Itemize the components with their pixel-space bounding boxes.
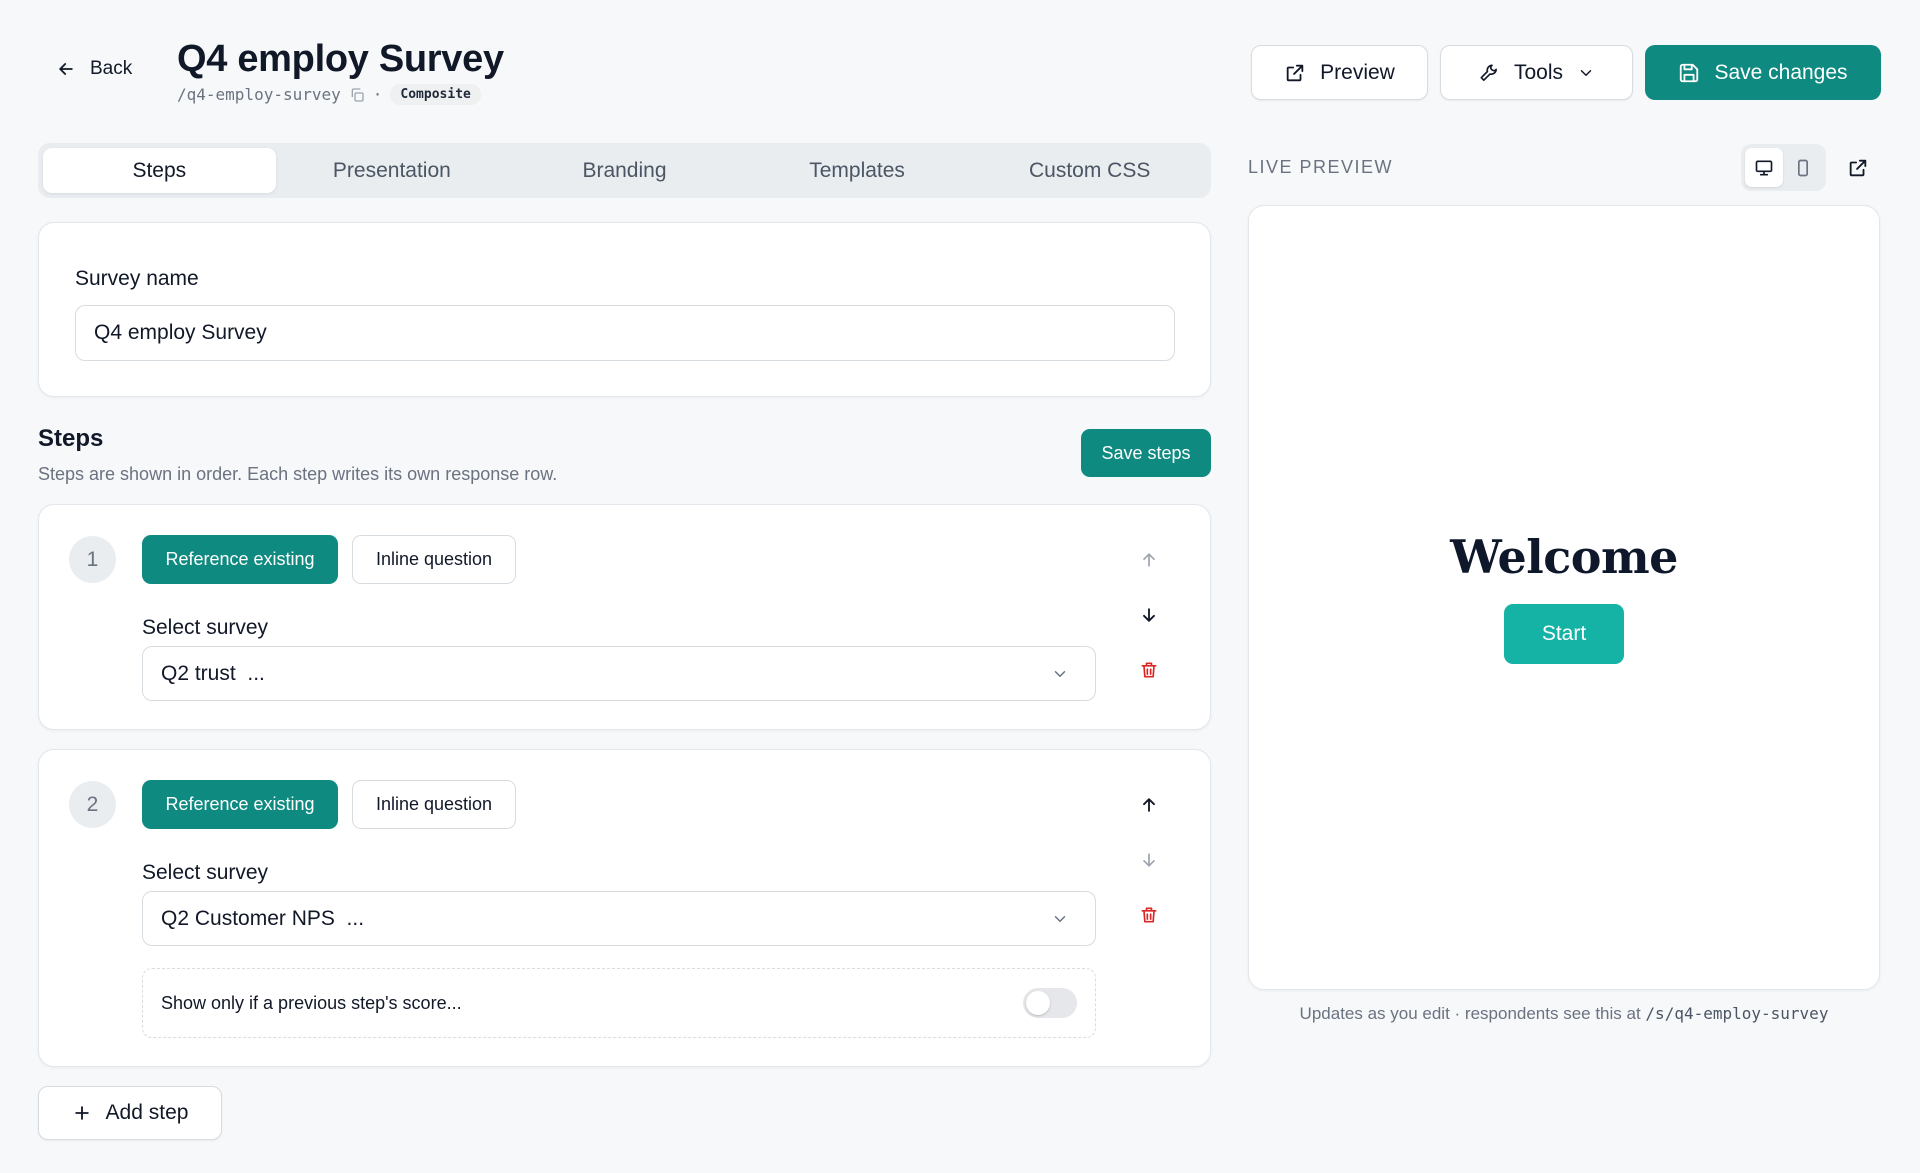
select-survey-label: Select survey: [142, 616, 269, 639]
mobile-view-button[interactable]: [1785, 148, 1823, 187]
steps-description: Steps are shown in order. Each step writ…: [38, 464, 558, 484]
separator-dot: ·: [372, 85, 383, 104]
score-condition-toggle[interactable]: [1023, 988, 1077, 1018]
chevron-down-icon: [1054, 915, 1066, 922]
type-badge: Composite: [390, 84, 481, 105]
save-icon: [1680, 63, 1699, 82]
mode-inline-question[interactable]: Inline question: [352, 780, 516, 829]
tools-dropdown-button[interactable]: Tools: [1440, 45, 1633, 100]
mode-reference-existing[interactable]: Reference existing: [142, 535, 338, 584]
preview-label: Preview: [1320, 60, 1395, 84]
step-number: 2: [69, 781, 116, 828]
step-number: 1: [69, 536, 116, 583]
add-step-label: Add step: [105, 1101, 189, 1124]
save-steps-button[interactable]: Save steps: [1081, 429, 1211, 477]
tab-templates[interactable]: Templates: [741, 148, 974, 193]
survey-select-value: Q2 trust ...: [161, 661, 265, 685]
arrow-up-icon: [1143, 553, 1155, 567]
live-preview-frame: [1248, 205, 1880, 990]
survey-select-value: Q2 Customer NPS ...: [161, 906, 365, 930]
survey-name-card: Survey name Q4 employ Survey: [38, 222, 1211, 397]
copy-icon[interactable]: [349, 87, 365, 103]
survey-name-label: Survey name: [75, 267, 199, 290]
device-toggle: [1741, 144, 1826, 191]
delete-step-button[interactable]: [1133, 654, 1165, 686]
delete-step-button[interactable]: [1133, 899, 1165, 931]
move-up-button[interactable]: [1133, 789, 1165, 821]
editor-tabs: Steps Presentation Branding Templates Cu…: [38, 143, 1211, 198]
desktop-view-button[interactable]: [1745, 148, 1783, 187]
preview-footnote: Updates as you edit · respondents see th…: [1248, 1004, 1880, 1024]
survey-name-input[interactable]: Q4 employ Survey: [75, 305, 1175, 361]
score-condition-label: Show only if a previous step's score...: [161, 992, 462, 1013]
steps-heading: Steps: [38, 425, 104, 452]
move-down-button[interactable]: [1133, 844, 1165, 876]
step-card-2: 2 Reference existing Inline question Sel…: [38, 749, 1211, 1067]
arrow-down-icon: [1143, 608, 1155, 622]
preview-footnote-text: Updates as you edit · respondents see th…: [1299, 1004, 1646, 1023]
smartphone-icon: [1798, 159, 1809, 176]
tab-presentation[interactable]: Presentation: [276, 148, 509, 193]
add-step-button[interactable]: Add step: [38, 1086, 222, 1140]
survey-slug-line: /q4-employ-survey · Composite: [177, 84, 481, 105]
back-button[interactable]: Back: [56, 58, 132, 80]
external-link-icon: [1286, 64, 1304, 81]
monitor-icon: [1755, 160, 1773, 175]
score-condition-row: Show only if a previous step's score...: [142, 968, 1096, 1038]
step-card-1: 1 Reference existing Inline question Sel…: [38, 504, 1211, 730]
survey-select[interactable]: Q2 Customer NPS ...: [142, 891, 1096, 946]
tab-custom-css[interactable]: Custom CSS: [973, 148, 1206, 193]
tools-label: Tools: [1513, 60, 1564, 84]
wrench-icon: [1480, 63, 1497, 81]
preview-welcome-heading: Welcome: [1450, 530, 1678, 584]
page-title: Q4 employ Survey: [177, 38, 504, 80]
move-down-button[interactable]: [1133, 599, 1165, 631]
preview-button[interactable]: Preview: [1251, 45, 1428, 100]
trash-icon: [1141, 907, 1157, 923]
save-changes-button[interactable]: Save changes: [1645, 45, 1881, 100]
tab-branding[interactable]: Branding: [508, 148, 741, 193]
arrow-up-icon: [1143, 798, 1155, 812]
arrow-left-icon: [59, 63, 73, 75]
plus-icon: [74, 1106, 89, 1120]
open-preview-new-tab-button[interactable]: [1842, 152, 1874, 184]
arrow-down-icon: [1143, 853, 1155, 867]
live-preview-label: LIVE PREVIEW: [1248, 157, 1394, 177]
save-changes-label: Save changes: [1714, 60, 1848, 84]
back-label: Back: [90, 58, 133, 79]
trash-icon: [1141, 662, 1157, 678]
select-survey-label: Select survey: [142, 861, 269, 884]
tab-steps[interactable]: Steps: [43, 148, 276, 193]
mode-reference-existing[interactable]: Reference existing: [142, 780, 338, 829]
preview-start-button[interactable]: Start: [1504, 604, 1624, 664]
external-link-icon: [1849, 159, 1867, 177]
move-up-button[interactable]: [1133, 544, 1165, 576]
mode-inline-question[interactable]: Inline question: [352, 535, 516, 584]
survey-select[interactable]: Q2 trust ...: [142, 646, 1096, 701]
chevron-down-icon: [1054, 670, 1066, 677]
preview-footnote-path: /s/q4-employ-survey: [1645, 1004, 1829, 1023]
chevron-down-icon: [1580, 69, 1592, 76]
survey-slug: /q4-employ-survey: [177, 85, 341, 104]
